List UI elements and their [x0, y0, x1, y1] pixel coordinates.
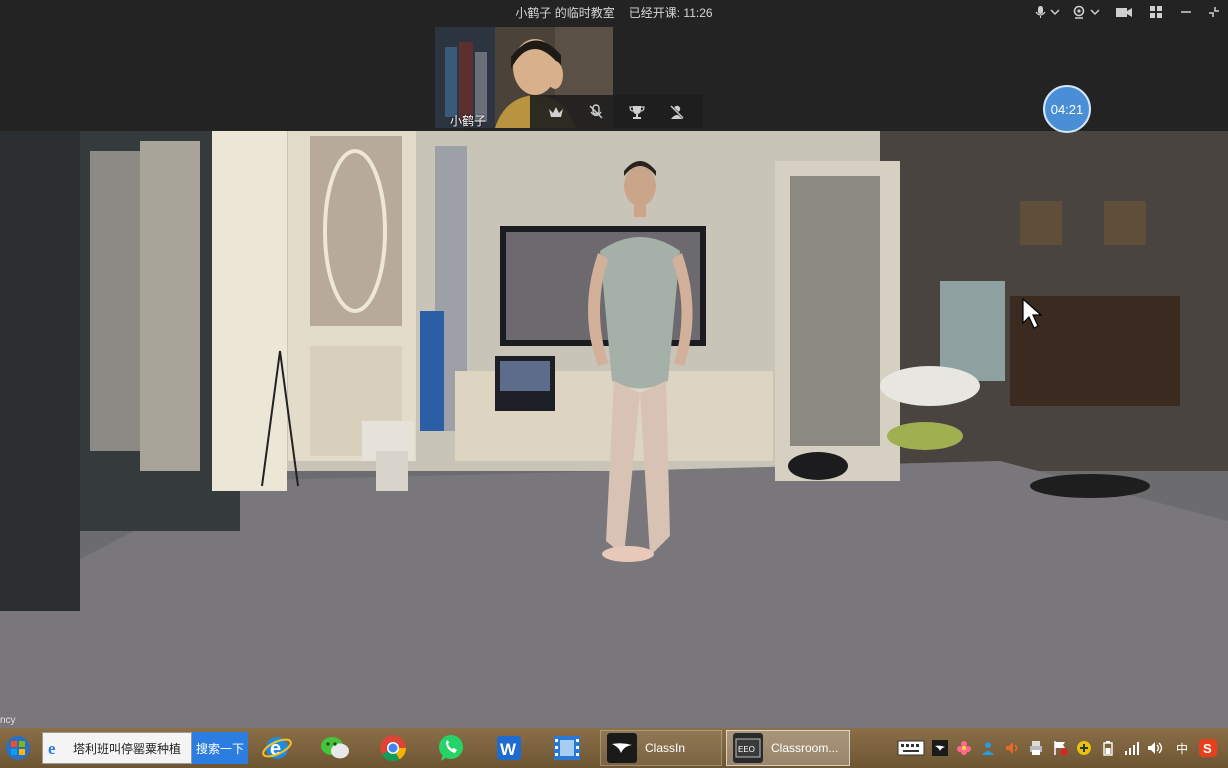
speaker-warning-icon: [1006, 742, 1018, 754]
internet-explorer-icon: e: [262, 737, 292, 760]
windows-taskbar: e 塔利班叫停罂粟种植 搜索一下 e W ClassIn EEO Classro…: [0, 728, 1228, 768]
classroom-title: 小鹤子 的临时教室: [515, 6, 615, 20]
grid-layout-icon: [1150, 6, 1162, 18]
windows-logo-icon: [6, 736, 30, 760]
volume-icon: [1148, 742, 1163, 754]
microphone-icon: [1035, 6, 1060, 18]
flower-icon: [957, 741, 971, 755]
classin-tray-icon: [932, 740, 948, 756]
start-button[interactable]: [0, 728, 36, 768]
tray-add-icon[interactable]: [1072, 736, 1096, 760]
signal-bars-icon: [1125, 742, 1139, 755]
mute-mic-button[interactable]: [582, 98, 610, 126]
crown-button[interactable]: [542, 98, 570, 126]
printer-icon: [1030, 741, 1042, 755]
tray-classin-icon[interactable]: [928, 736, 952, 760]
network-user-icon: [982, 742, 994, 755]
tray-sogou-icon[interactable]: S: [1196, 736, 1220, 760]
svg-text:W: W: [500, 740, 517, 759]
trophy-icon: [629, 105, 645, 119]
elapsed-time: 已经开课: 11:26: [628, 6, 713, 20]
camera-toolbar: [530, 95, 703, 128]
plus-circle-icon: [1077, 741, 1091, 755]
tray-flag-icon[interactable]: [1048, 736, 1072, 760]
search-button[interactable]: 搜索一下: [192, 732, 248, 764]
wps-writer-icon: W: [497, 736, 521, 760]
dance-room-scene: [0, 131, 1228, 728]
task-label: Classroom...: [771, 741, 839, 755]
tray-volume-icon[interactable]: [1144, 736, 1168, 760]
video-camera-icon: [1116, 8, 1132, 17]
eeo-logo-icon: EEO: [733, 733, 763, 763]
user-off-icon: [669, 104, 684, 119]
system-tray: 中 S: [894, 728, 1228, 768]
search-input[interactable]: e 塔利班叫停罂粟种植: [42, 732, 192, 764]
layout-button[interactable]: [1140, 0, 1172, 24]
remove-user-button[interactable]: [663, 98, 691, 126]
mouse-cursor-icon: [1022, 297, 1043, 329]
svg-text:e: e: [48, 739, 56, 757]
minimize-icon: [1181, 11, 1191, 13]
restore-arrows-icon: [1209, 7, 1219, 17]
film-strip-icon: [554, 736, 580, 760]
svg-text:S: S: [1203, 741, 1212, 756]
camera-menu[interactable]: [1068, 0, 1108, 24]
taskbar-app-classroom[interactable]: EEO Classroom...: [726, 730, 850, 766]
wps-button[interactable]: W: [480, 728, 538, 768]
tray-user-icon[interactable]: [976, 736, 1000, 760]
classroom-window: 小鹤子 的临时教室 已经开课: 11:26 小鹤子 04:21 ncy e 塔利…: [0, 0, 1228, 768]
chrome-button[interactable]: [364, 728, 422, 768]
action-center-flag-icon: [1054, 741, 1068, 756]
chrome-icon: [380, 735, 407, 762]
tray-battery-icon[interactable]: [1096, 736, 1120, 760]
classin-logo-icon: [607, 733, 637, 763]
trophy-button[interactable]: [623, 98, 651, 126]
webcam-icon: [1073, 5, 1100, 19]
window-controls: [1030, 0, 1228, 24]
tray-printer-icon[interactable]: [1024, 736, 1048, 760]
svg-text:EEO: EEO: [738, 745, 755, 754]
whatsapp-icon: [439, 735, 463, 761]
camera-name-label: 小鹤子: [450, 114, 487, 128]
corner-label: ncy: [0, 715, 16, 726]
wechat-icon: [321, 737, 349, 759]
microphone-menu[interactable]: [1030, 0, 1068, 24]
student-video: ncy: [0, 131, 1228, 728]
search-text: 塔利班叫停罂粟种植: [73, 741, 182, 756]
ie-logo-icon: e: [48, 739, 56, 757]
sogou-ime-icon: S: [1199, 739, 1217, 757]
crown-icon: [549, 106, 564, 117]
tray-flower-icon[interactable]: [952, 736, 976, 760]
internet-explorer-button[interactable]: e: [248, 728, 306, 768]
tray-speaker-icon[interactable]: [1000, 736, 1024, 760]
video-button[interactable]: [1108, 0, 1140, 24]
task-label: ClassIn: [645, 741, 686, 755]
mic-off-icon: [589, 103, 603, 118]
tray-network-icon[interactable]: [1120, 736, 1144, 760]
restore-button[interactable]: [1200, 0, 1228, 24]
input-method-indicator[interactable]: 中: [1168, 736, 1196, 760]
countdown-timer[interactable]: 04:21: [1043, 85, 1091, 133]
keyboard-icon: [897, 740, 925, 756]
video-player-button[interactable]: [538, 728, 596, 768]
minimize-button[interactable]: [1172, 0, 1200, 24]
wechat-button[interactable]: [306, 728, 364, 768]
battery-icon: [1103, 741, 1113, 756]
taskbar-app-classin[interactable]: ClassIn: [600, 730, 722, 766]
keyboard-button[interactable]: [894, 736, 928, 760]
whatsapp-button[interactable]: [422, 728, 480, 768]
